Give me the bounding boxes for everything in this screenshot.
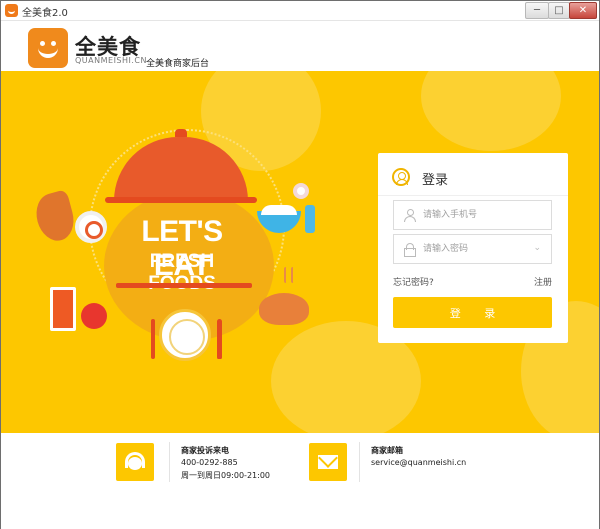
complaint-label: 商家投诉来电 xyxy=(181,446,229,455)
cloche-knob-icon xyxy=(175,129,187,137)
login-title: 登录 xyxy=(422,173,449,188)
slogan-line-2: FRESH FOODS xyxy=(148,251,216,294)
email-label: 商家邮箱 xyxy=(371,446,403,455)
juice-glass-icon xyxy=(50,287,76,331)
headset-icon xyxy=(116,443,154,481)
app-window: 全美食2.0 ─ □ ✕ 全美食 QUANMEISHI.CN 全美食商家后台 L… xyxy=(0,0,600,529)
footer: 商家投诉来电 400-0292-885 周一到周日09:00-21:00 商家邮… xyxy=(1,433,599,529)
cloche-rim xyxy=(105,197,257,203)
register-link[interactable]: 注册 xyxy=(534,275,552,288)
close-button[interactable]: ✕ xyxy=(569,2,597,19)
complaint-hours: 周一到周日09:00-21:00 xyxy=(181,471,270,480)
vase-icon xyxy=(305,205,315,233)
password-field[interactable]: ⌄ xyxy=(393,234,552,264)
divider xyxy=(169,442,170,482)
login-panel: 登录 ⌄ 忘记密码? 注册 登 录 xyxy=(378,153,568,343)
knife-icon xyxy=(217,319,222,359)
complaint-phone: 400-0292-885 xyxy=(181,458,238,467)
app-logo-icon xyxy=(5,4,18,17)
tray-rim xyxy=(116,283,252,288)
forgot-password-link[interactable]: 忘记密码? xyxy=(393,275,434,288)
flower-icon xyxy=(293,183,309,199)
title-bar[interactable]: 全美食2.0 ─ □ ✕ xyxy=(1,1,599,21)
minimize-button[interactable]: ─ xyxy=(525,2,549,19)
phone-input[interactable] xyxy=(423,201,533,229)
steam-icon xyxy=(284,267,288,283)
show-password-toggle-icon[interactable]: ⌄ xyxy=(533,243,541,253)
header: 全美食 QUANMEISHI.CN 全美食商家后台 xyxy=(1,21,599,71)
lock-icon xyxy=(404,243,416,257)
roast-chicken-icon xyxy=(259,293,309,325)
fork-icon xyxy=(151,319,155,359)
steam-icon xyxy=(291,267,295,283)
user-circle-icon xyxy=(392,168,410,186)
logo-description: 全美食商家后台 xyxy=(146,59,210,69)
hero-banner: LET'S EAT FRESH FOODS 登录 ⌄ xyxy=(1,71,599,433)
decorative-bubble xyxy=(421,71,561,151)
divider xyxy=(378,195,568,196)
logo-smile-icon xyxy=(28,28,68,68)
plate-icon xyxy=(159,309,211,361)
maximize-button[interactable]: □ xyxy=(548,2,570,19)
login-button[interactable]: 登 录 xyxy=(393,297,552,328)
coffee-cup-icon xyxy=(75,211,107,243)
logo-domain: QUANMEISHI.CN xyxy=(75,56,147,65)
croissant-icon xyxy=(31,189,79,245)
divider xyxy=(359,442,360,482)
password-input[interactable] xyxy=(423,235,533,263)
apple-icon xyxy=(81,303,107,329)
person-icon xyxy=(404,209,416,222)
window-title: 全美食2.0 xyxy=(22,8,68,19)
phone-field[interactable] xyxy=(393,200,552,230)
email-address[interactable]: service@quanmeishi.cn xyxy=(371,458,466,467)
envelope-icon xyxy=(309,443,347,481)
